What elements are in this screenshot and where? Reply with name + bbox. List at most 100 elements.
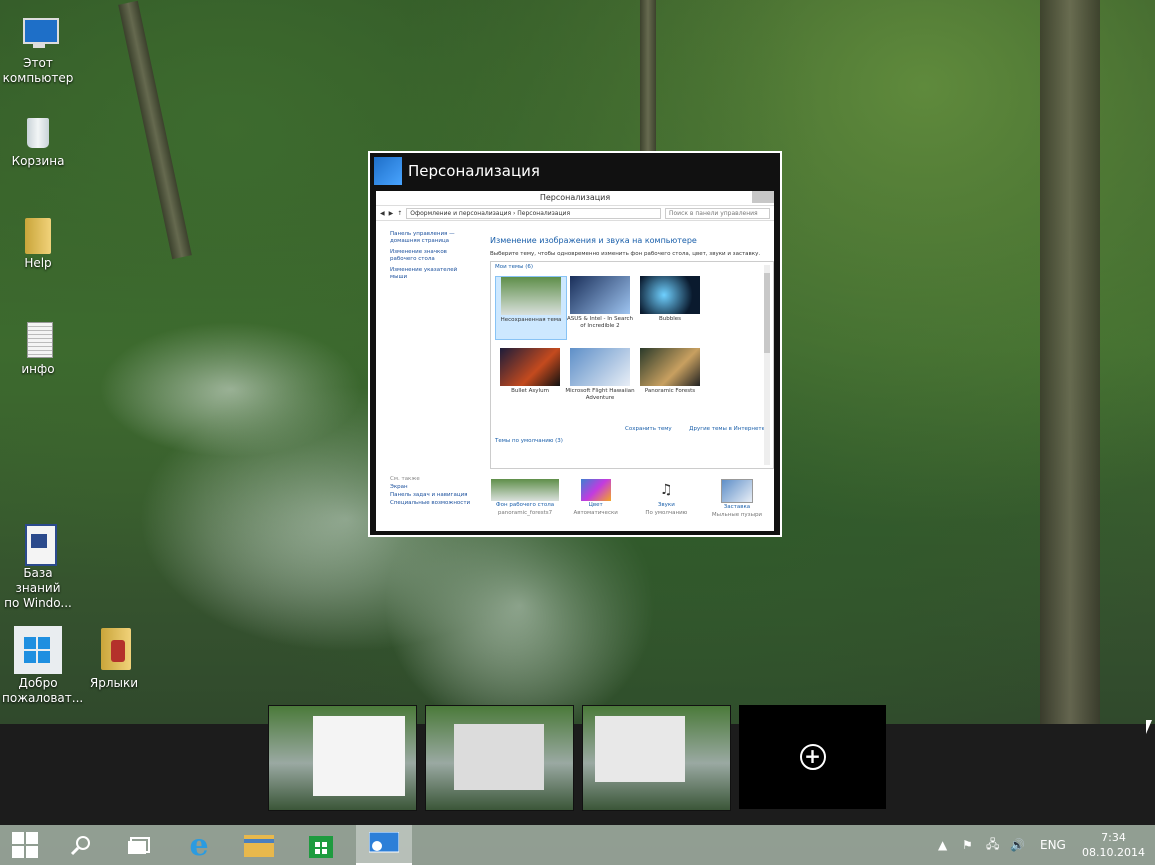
internet-explorer-button[interactable]: e <box>176 825 222 865</box>
theme-item[interactable]: ASUS & Intel - In Search of Incredible 2 <box>565 276 635 338</box>
address-bar: ◀ ▶ ↑ Оформление и персонализация › Перс… <box>376 206 774 221</box>
task-view-button[interactable] <box>116 825 162 865</box>
theme-thumbnail <box>500 348 560 386</box>
more-themes-link[interactable]: Другие темы в Интернете <box>689 426 765 432</box>
setting-value: Автоматически <box>573 510 618 516</box>
plus-icon: + <box>799 744 826 770</box>
nav-link-desktop-icons[interactable]: Изменение значков рабочего стола <box>390 249 470 263</box>
virtual-desktop-thumbnail[interactable] <box>425 705 574 811</box>
desktop-icon-info[interactable]: инфо <box>2 320 74 377</box>
show-hidden-icons[interactable]: ▲ <box>938 825 947 865</box>
desktop-icon-shortcuts[interactable]: Ярлыки <box>78 626 150 691</box>
clock-date: 08.10.2014 <box>1082 846 1145 859</box>
theme-thumbnail <box>570 348 630 386</box>
icon-label: инфо <box>21 362 55 376</box>
mouse-cursor-icon <box>1146 720 1152 734</box>
breadcrumb[interactable]: Оформление и персонализация › Персонализ… <box>406 207 661 219</box>
setting-title: Заставка <box>723 504 751 510</box>
desktop-icon-welcome[interactable]: Добро пожаловат... <box>2 626 83 706</box>
folder-icon <box>244 835 274 857</box>
icon-label: Help <box>24 256 52 270</box>
desktop-icon-this-pc[interactable]: Этот компьютер <box>2 14 74 86</box>
add-desktop-button[interactable]: + <box>739 705 886 809</box>
setting-title: Фон рабочего стола <box>495 502 555 508</box>
save-theme-link[interactable]: Сохранить тему <box>625 426 672 432</box>
folder-icon <box>19 214 57 254</box>
setting-title: Звуки <box>657 502 675 508</box>
scroll-thumb[interactable] <box>764 273 770 353</box>
recycle-bin-icon <box>19 112 57 152</box>
nav-link-home[interactable]: Панель управления — домашняя страница <box>390 231 470 245</box>
file-explorer-button[interactable] <box>236 825 282 865</box>
speaker-icon: 🔊 <box>1010 838 1025 852</box>
theme-name: ASUS & Intel - In Search of Incredible 2 <box>567 316 633 329</box>
volume-button[interactable]: 🔊 <box>1010 825 1025 865</box>
search-input[interactable]: Поиск в панели управления <box>665 207 770 219</box>
language-indicator[interactable]: ENG <box>1040 825 1066 865</box>
see-also-heading: См. также <box>390 476 420 482</box>
see-also-link[interactable]: Экран <box>390 483 480 491</box>
see-also-link[interactable]: Специальные возможности <box>390 499 480 507</box>
window-title: Персонализация <box>539 193 611 202</box>
see-also: См. также Экран Панель задач и навигация… <box>390 475 480 507</box>
desktop-icon-help[interactable]: Help <box>2 214 74 271</box>
my-themes-label: Мои темы (6) <box>495 264 534 270</box>
store-button[interactable] <box>298 825 344 865</box>
color-setting[interactable]: Цвет Автоматически <box>561 479 631 529</box>
virtual-desktop-thumbnail[interactable] <box>582 705 731 811</box>
setting-title: Цвет <box>588 502 603 508</box>
desktop-icon-knowledge-base[interactable]: База знаний по Windo... <box>2 524 74 611</box>
personalization-icon <box>369 832 399 853</box>
theme-thumbnail <box>640 276 700 314</box>
search-button[interactable] <box>58 825 104 865</box>
task-view-icon <box>128 837 150 854</box>
theme-name: Microsoft Flight Hawaiian Adventure <box>565 388 635 401</box>
icon-label: Ярлыки <box>89 676 139 690</box>
chevron-up-icon: ▲ <box>938 838 948 852</box>
desktop-background-setting[interactable]: Фон рабочего стола panoramic_forests7 <box>490 479 560 529</box>
window-thumbnail <box>595 716 685 782</box>
icon-label: База знаний по Windo... <box>4 566 72 610</box>
window-title-bar: Персонализация <box>376 191 774 206</box>
forward-icon[interactable]: ▶ <box>389 210 394 217</box>
theme-links: Сохранить тему Другие темы в Интернете <box>625 426 765 432</box>
network-button[interactable]: 🖧 <box>986 825 999 865</box>
themes-list: Мои темы (6) Несохраненная тема ASUS & I… <box>490 261 774 469</box>
scrollbar[interactable] <box>764 265 770 465</box>
action-center-button[interactable]: ⚑ <box>962 825 973 865</box>
personalization-taskbar-button[interactable] <box>356 825 412 865</box>
setting-value: Мыльные пузыри <box>711 512 763 518</box>
virtual-desktop-thumbnail[interactable] <box>268 705 417 811</box>
internet-explorer-icon: e <box>189 827 209 863</box>
window-preview[interactable]: Персонализация Персонализация ◀ ▶ ↑ Офор… <box>368 151 782 537</box>
theme-item[interactable]: Bullet Asylum <box>495 348 565 410</box>
sounds-setting[interactable]: ♫ Звуки По умолчанию <box>631 479 701 529</box>
window-thumbnail <box>313 716 405 796</box>
theme-item[interactable]: Panoramic Forests <box>635 348 705 410</box>
back-icon[interactable]: ◀ <box>380 210 385 217</box>
start-button[interactable] <box>2 825 48 865</box>
screensaver-setting[interactable]: Заставка Мыльные пузыри <box>702 479 772 529</box>
theme-item[interactable]: Microsoft Flight Hawaiian Adventure <box>565 348 635 410</box>
screensaver-icon <box>720 479 753 503</box>
nav-link-mouse-pointers[interactable]: Изменение указателей мыши <box>390 267 470 281</box>
virtual-desktops-bar <box>0 724 1155 825</box>
theme-item[interactable]: Bubbles <box>635 276 705 338</box>
taskbar: e ▲ ⚑ 🖧 🔊 ENG 7:34 08.10.2014 <box>0 825 1155 865</box>
theme-thumbnail <box>570 276 630 314</box>
sounds-icon: ♫ <box>660 482 673 498</box>
preview-title-bar: Персонализация <box>370 153 780 189</box>
text-file-icon <box>19 320 57 360</box>
up-icon[interactable]: ↑ <box>397 210 402 217</box>
theme-thumbnail <box>640 348 700 386</box>
preview-title: Персонализация <box>408 162 540 180</box>
tree-trunk <box>640 0 656 160</box>
see-also-link[interactable]: Панель задач и навигация <box>390 491 480 499</box>
icon-label: Этот компьютер <box>2 56 74 85</box>
close-icon[interactable] <box>752 191 774 203</box>
clock[interactable]: 7:34 08.10.2014 <box>1082 830 1145 860</box>
theme-item[interactable]: Несохраненная тема <box>495 276 567 340</box>
page-title: Изменение изображения и звука на компьют… <box>490 236 697 245</box>
personalization-window[interactable]: Персонализация ◀ ▶ ↑ Оформление и персон… <box>376 191 774 531</box>
desktop-icon-recycle-bin[interactable]: Корзина <box>2 112 74 169</box>
